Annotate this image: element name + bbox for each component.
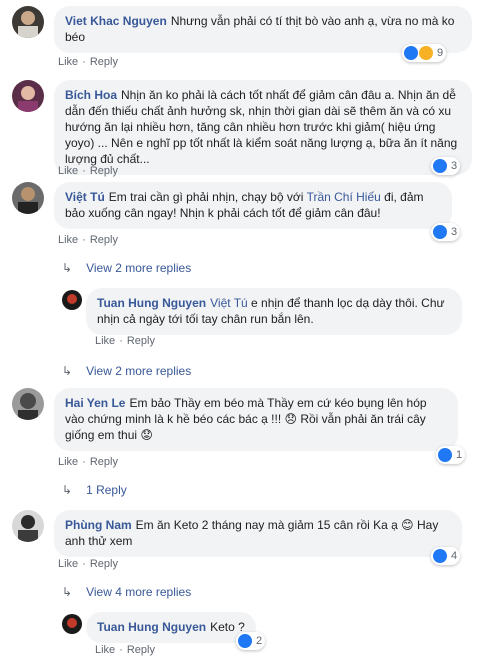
separator: · — [82, 56, 86, 68]
view-more-replies[interactable]: ↳ 1 Reply — [62, 483, 127, 497]
like-icon — [438, 448, 452, 462]
reaction-count: 9 — [437, 47, 444, 59]
comment-actions: Like · Reply — [58, 165, 118, 177]
view-more-replies[interactable]: ↳ View 4 more replies — [62, 585, 191, 599]
like-button[interactable]: Like — [58, 234, 78, 246]
reply-button[interactable]: Reply — [90, 456, 118, 468]
avatar[interactable] — [12, 182, 44, 214]
reaction-count: 4 — [451, 550, 458, 562]
avatar[interactable] — [62, 614, 82, 634]
comment-actions: Like · Reply — [58, 456, 118, 468]
reaction-summary[interactable]: 4 — [431, 547, 461, 565]
avatar[interactable] — [12, 80, 44, 112]
reaction-summary[interactable]: 3 — [431, 223, 461, 241]
comment-bubble: Hai Yen Le Em bảo Thầy em béo mà Thầy em … — [54, 388, 458, 451]
reply-button[interactable]: Reply — [127, 644, 155, 656]
like-icon — [404, 46, 418, 60]
view-more-replies-label[interactable]: 1 Reply — [86, 483, 127, 497]
comment-bubble: Bích Hoa Nhịn ăn ko phải là cách tốt nhất… — [54, 80, 472, 175]
reply-button[interactable]: Reply — [90, 234, 118, 246]
comment-bubble: Tuan Hung Nguyen Việt Tú e nhịn để thanh … — [86, 288, 462, 335]
comment-actions: Like · Reply — [58, 234, 118, 246]
like-button[interactable]: Like — [58, 165, 78, 177]
reply-button[interactable]: Reply — [90, 558, 118, 570]
separator: · — [119, 335, 123, 347]
like-icon — [238, 634, 252, 648]
reaction-summary[interactable]: 9 — [402, 44, 447, 62]
view-more-replies-label[interactable]: View 2 more replies — [86, 261, 191, 275]
reply-arrow-icon: ↳ — [62, 261, 73, 275]
haha-icon — [419, 46, 433, 60]
avatar[interactable] — [12, 510, 44, 542]
separator: · — [119, 644, 123, 656]
view-more-replies-label[interactable]: View 2 more replies — [86, 364, 191, 378]
like-button[interactable]: Like — [58, 56, 78, 68]
avatar[interactable] — [12, 388, 44, 420]
reaction-count: 2 — [256, 635, 263, 647]
comment-author[interactable]: Tuan Hung Nguyen — [97, 620, 206, 634]
comment-text: Keto ? — [210, 620, 245, 634]
reaction-summary[interactable]: 3 — [431, 157, 461, 175]
reply-arrow-icon: ↳ — [62, 364, 73, 378]
comment-author[interactable]: Phùng Nam — [65, 518, 132, 532]
reply-arrow-icon: ↳ — [62, 585, 73, 599]
mention-link[interactable]: Việt Tú — [210, 296, 248, 310]
comment-actions: Like · Reply — [58, 56, 118, 68]
separator: · — [82, 165, 86, 177]
comment-text: Nhịn ăn ko phải là cách tốt nhất để giảm… — [65, 88, 458, 166]
view-more-replies[interactable]: ↳ View 2 more replies — [62, 261, 191, 275]
like-button[interactable]: Like — [58, 456, 78, 468]
comment-actions: Like · Reply — [58, 558, 118, 570]
reply-arrow-icon: ↳ — [62, 483, 73, 497]
reply-button[interactable]: Reply — [90, 165, 118, 177]
comment-bubble: Việt Tú Em trai cần gì phải nhịn, chạy bộ… — [54, 182, 452, 229]
comment-author[interactable]: Việt Tú — [65, 190, 105, 204]
separator: · — [82, 234, 86, 246]
comment-text: Em trai cần gì phải nhịn, chạy bộ với — [108, 190, 307, 204]
reaction-count: 3 — [451, 160, 458, 172]
reaction-count: 1 — [456, 449, 463, 461]
comment-author[interactable]: Tuan Hung Nguyen — [97, 296, 206, 310]
comment-author[interactable]: Hai Yen Le — [65, 396, 125, 410]
view-more-replies-label[interactable]: View 4 more replies — [86, 585, 191, 599]
comment-author[interactable]: Bích Hoa — [65, 88, 117, 102]
comment-actions: Like · Reply — [95, 335, 155, 347]
like-icon — [433, 549, 447, 563]
mention-link[interactable]: Trần Chí Hiếu — [307, 190, 381, 204]
separator: · — [82, 558, 86, 570]
reply-button[interactable]: Reply — [90, 56, 118, 68]
like-icon — [433, 225, 447, 239]
separator: · — [82, 456, 86, 468]
comment-bubble: Tuan Hung Nguyen Keto ? — [86, 612, 256, 643]
like-button[interactable]: Like — [58, 558, 78, 570]
like-button[interactable]: Like — [95, 644, 115, 656]
like-icon — [433, 159, 447, 173]
avatar[interactable] — [12, 6, 44, 38]
reply-button[interactable]: Reply — [127, 335, 155, 347]
like-button[interactable]: Like — [95, 335, 115, 347]
reaction-summary[interactable]: 2 — [236, 632, 266, 650]
view-more-replies[interactable]: ↳ View 2 more replies — [62, 364, 191, 378]
reaction-count: 3 — [451, 226, 458, 238]
reaction-summary[interactable]: 1 — [436, 446, 466, 464]
comment-bubble: Phùng Nam Em ăn Keto 2 tháng nay mà giảm … — [54, 510, 462, 557]
comment-actions: Like · Reply — [95, 644, 155, 656]
comment-author[interactable]: Viet Khac Nguyen — [65, 14, 167, 28]
avatar[interactable] — [62, 290, 82, 310]
